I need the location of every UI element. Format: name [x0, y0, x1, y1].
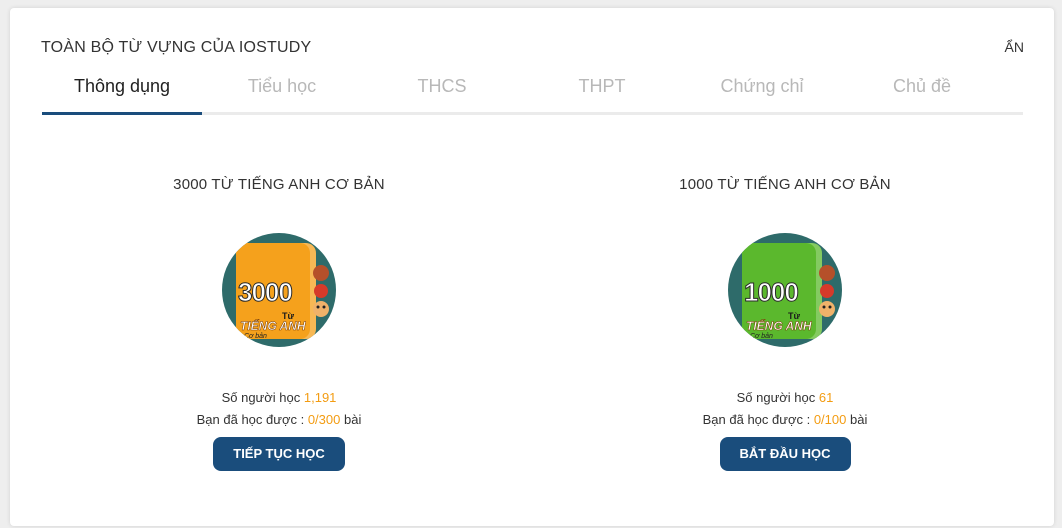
cover-co-ban: Cơ bản: [750, 333, 773, 340]
category-tabs: Thông dụng Tiểu học THCS THPT Chứng chỉ …: [42, 72, 1023, 115]
hide-button[interactable]: ẨN: [1005, 39, 1024, 55]
cover-tieng-anh: TIẾNG ANH: [240, 319, 306, 334]
progress-value: 0/300: [307, 412, 341, 427]
learners-count: 1,191: [303, 390, 337, 405]
tab-thong-dung[interactable]: Thông dụng: [42, 72, 202, 115]
start-learning-button[interactable]: BẮT ĐẦU HỌC: [719, 437, 851, 471]
course-cover-image[interactable]: 3000 Từ TIẾNG ANH Cơ bản: [222, 233, 336, 347]
course-card-3000: 3000 TỪ TIẾNG ANH CƠ BẢN 3000 Từ TIẾNG A…: [129, 176, 429, 471]
course-title: 3000 TỪ TIẾNG ANH CƠ BẢN: [173, 176, 385, 193]
course-card-1000: 1000 TỪ TIẾNG ANH CƠ BẢN 1000 Từ TIẾNG A…: [635, 176, 935, 471]
learners-line: Số người học 61: [635, 387, 935, 409]
tab-thpt[interactable]: THPT: [522, 72, 682, 112]
cover-tieng-anh: TIẾNG ANH: [746, 319, 812, 334]
section-title: TOÀN BỘ TỪ VỰNG CỦA IOSTUDY: [41, 39, 312, 56]
progress-label: Bạn đã học được :: [702, 412, 811, 427]
learners-count: 61: [818, 390, 834, 405]
progress-line: Bạn đã học được : 0/100 bài: [635, 409, 935, 431]
progress-value: 0/100: [813, 412, 847, 427]
tab-tieu-hoc[interactable]: Tiểu học: [202, 72, 362, 112]
course-cover-image[interactable]: 1000 Từ TIẾNG ANH Cơ bản: [728, 233, 842, 347]
kids-illustration: [819, 265, 835, 317]
learners-line: Số người học 1,191: [129, 387, 429, 409]
course-stats: Số người học 1,191 Bạn đã học được : 0/3…: [129, 387, 429, 431]
progress-label: Bạn đã học được :: [196, 412, 305, 427]
cover-number: 3000: [238, 277, 294, 308]
tab-chu-de[interactable]: Chủ đề: [842, 72, 1002, 112]
progress-unit: bài: [344, 412, 362, 427]
course-title: 1000 TỪ TIẾNG ANH CƠ BẢN: [679, 176, 891, 193]
course-stats: Số người học 61 Bạn đã học được : 0/100 …: [635, 387, 935, 431]
vocabulary-card: TOÀN BỘ TỪ VỰNG CỦA IOSTUDY ẨN Thông dụn…: [10, 8, 1054, 526]
continue-learning-button[interactable]: TIẾP TỤC HỌC: [213, 437, 345, 471]
learners-label: Số người học: [736, 390, 816, 405]
progress-unit: bài: [850, 412, 868, 427]
kids-illustration: [313, 265, 329, 317]
learners-label: Số người học: [221, 390, 301, 405]
tab-chung-chi[interactable]: Chứng chỉ: [682, 72, 842, 112]
cover-number: 1000: [744, 277, 800, 308]
progress-line: Bạn đã học được : 0/300 bài: [129, 409, 429, 431]
tab-thcs[interactable]: THCS: [362, 72, 522, 112]
cover-co-ban: Cơ bản: [244, 333, 267, 340]
